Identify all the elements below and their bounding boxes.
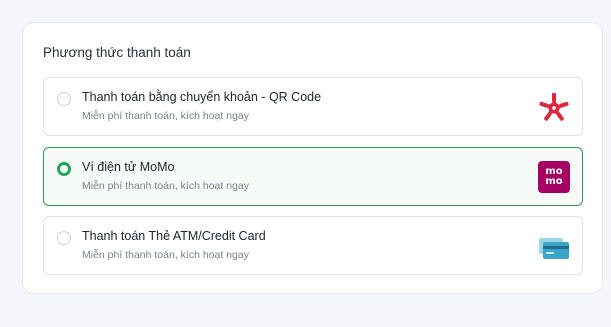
radio-qr-transfer[interactable] [57,92,71,106]
option-subtitle: Miễn phí thanh toán, kích hoạt ngay [82,180,249,192]
momo-logo-icon: mo mo [538,161,570,193]
qr-transfer-logo-icon [537,91,571,125]
payment-option-qr-transfer[interactable]: Thanh toán bằng chuyển khoản - QR Code M… [43,77,583,136]
payment-option-credit-card[interactable]: Thanh toán Thẻ ATM/Credit Card Miễn phí … [43,216,583,275]
payment-method-title: Phương thức thanh toán [43,45,191,60]
radio-credit-card[interactable] [57,231,71,245]
option-subtitle: Miễn phí thanh toán, kích hoạt ngay [82,110,249,122]
momo-logo-text-bottom: mo [545,176,563,187]
payment-method-card: Phương thức thanh toán Thanh toán bằng c… [22,22,603,294]
option-title: Thanh toán Thẻ ATM/Credit Card [82,229,266,243]
credit-card-icon [537,230,571,264]
option-subtitle: Miễn phí thanh toán, kích hoạt ngay [82,249,249,261]
option-title: Ví điện tử MoMo [82,160,175,174]
option-title: Thanh toán bằng chuyển khoản - QR Code [82,90,322,104]
payment-option-momo[interactable]: Ví điện tử MoMo Miễn phí thanh toán, kíc… [43,147,583,206]
radio-momo[interactable] [57,162,71,176]
